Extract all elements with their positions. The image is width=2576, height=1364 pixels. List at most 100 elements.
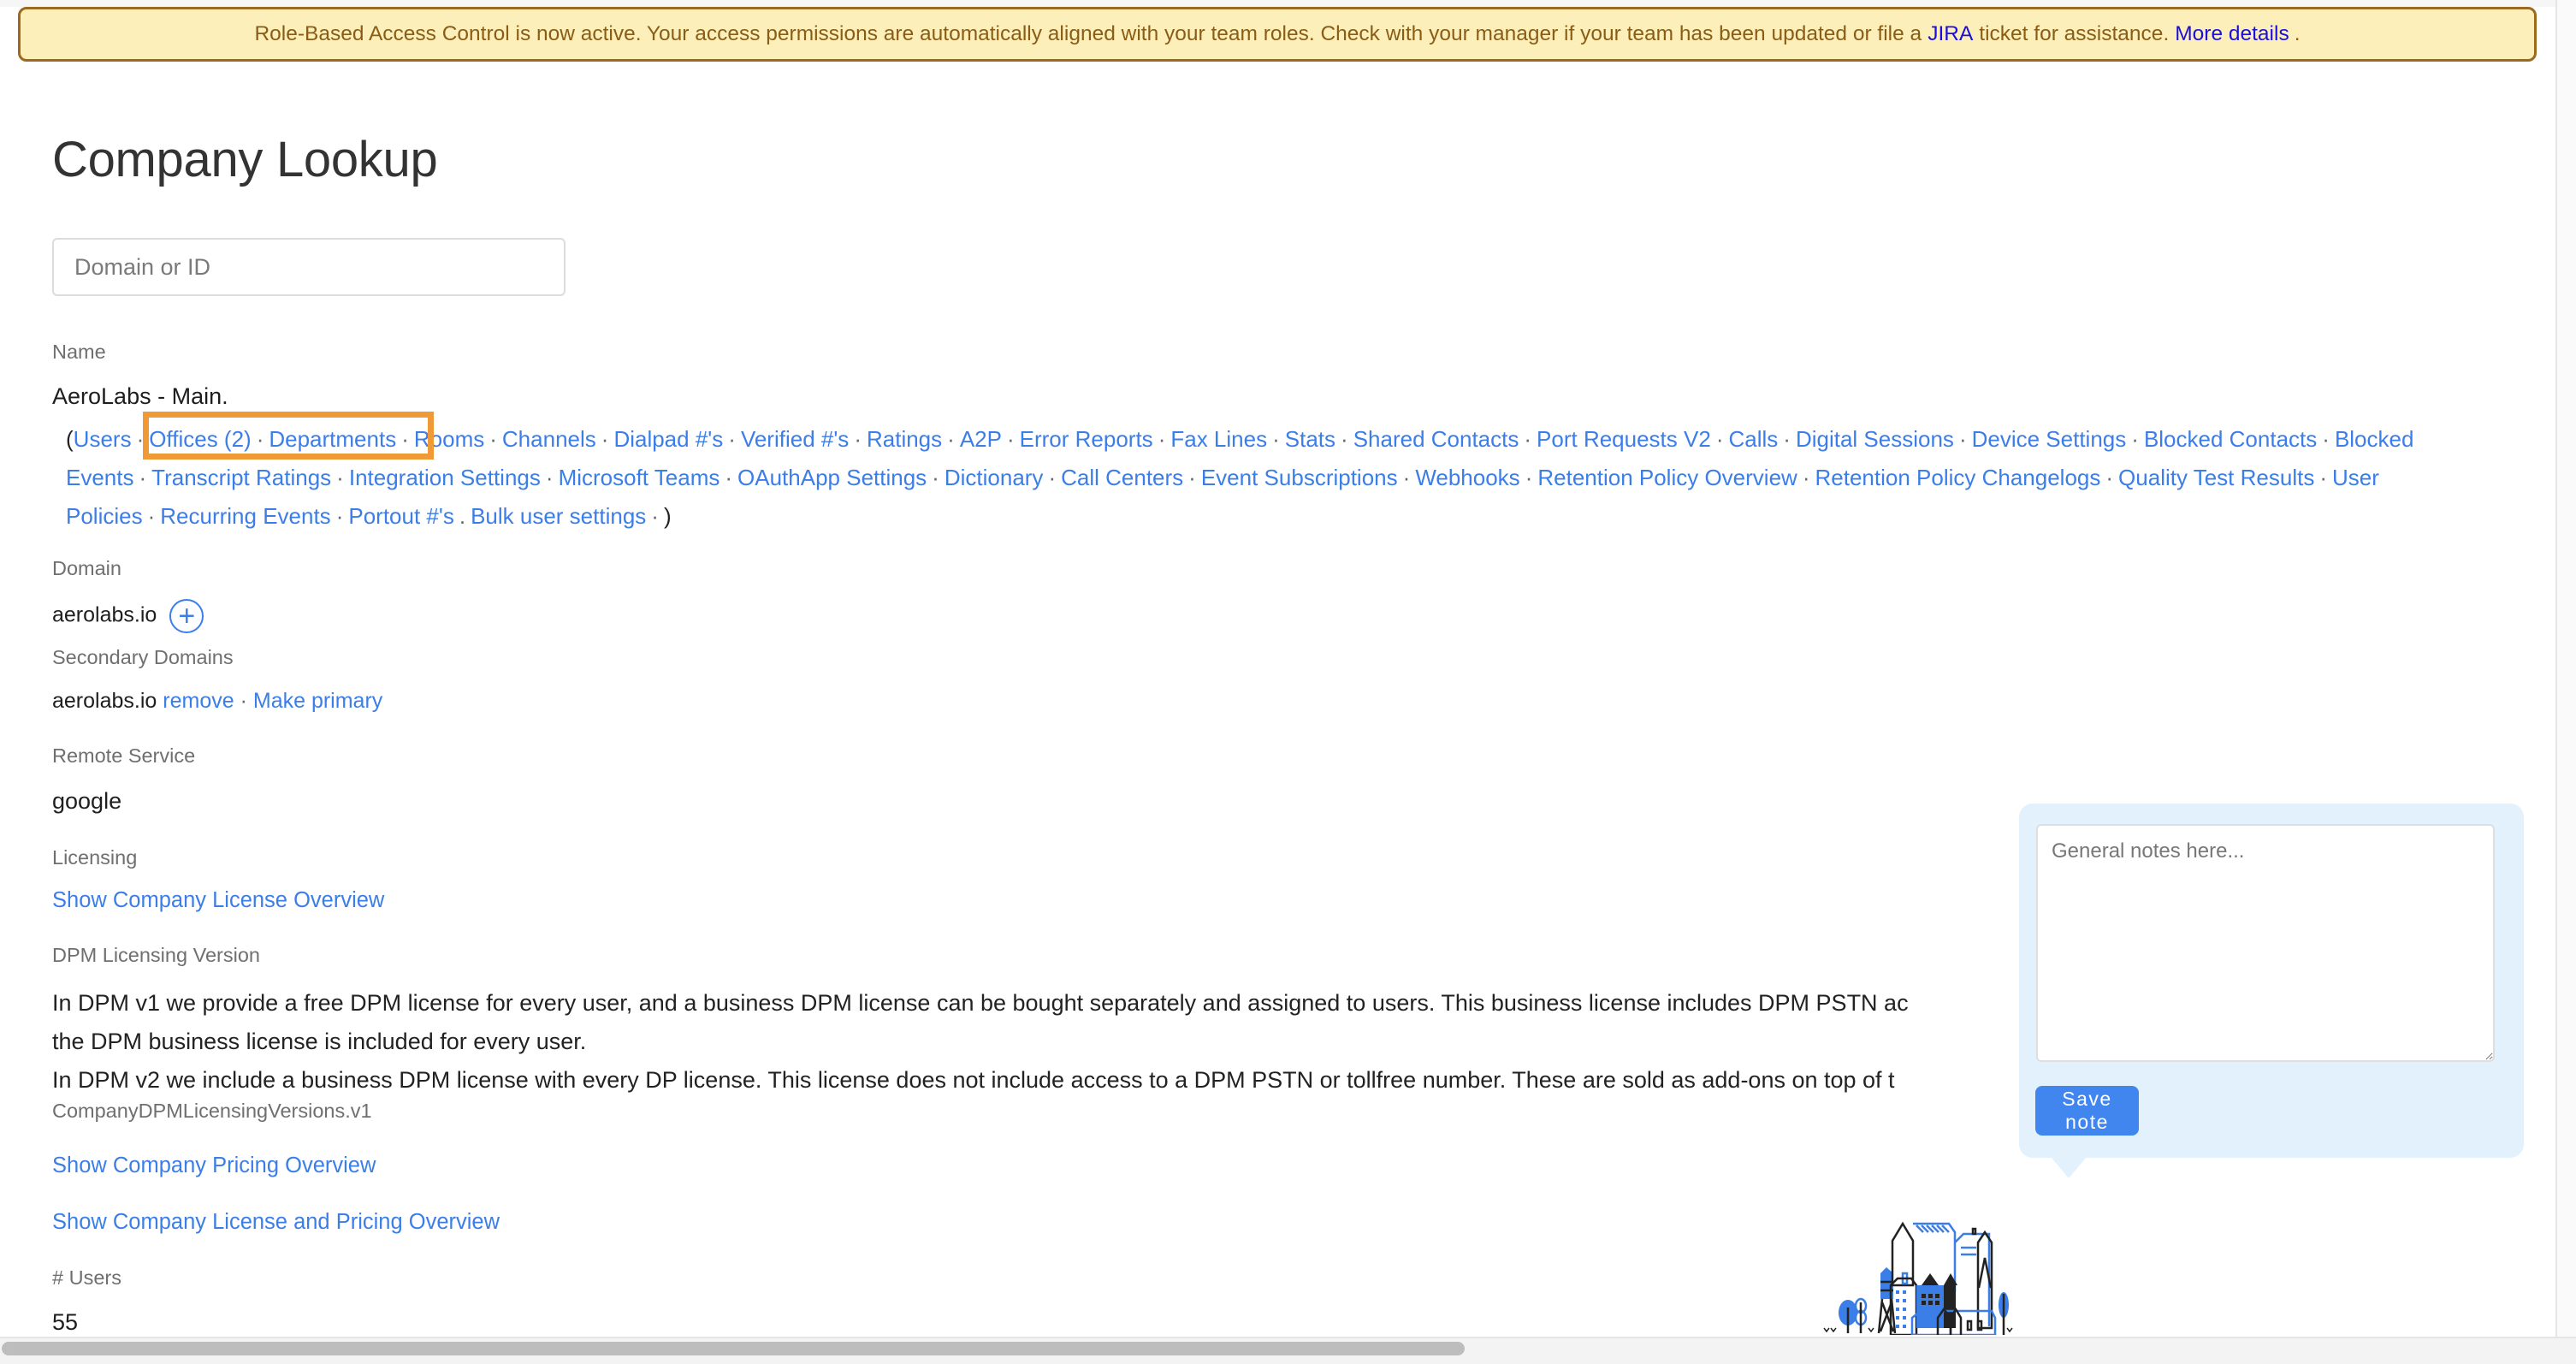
dpm-version-key: CompanyDPMLicensingVersions.v1 <box>52 1100 372 1122</box>
secondary-domain-row: aerolabs.io remove · Make primary <box>52 689 382 714</box>
company-link-error-reports[interactable]: Error Reports <box>1020 426 1153 452</box>
company-link-a2p[interactable]: A2P <box>960 426 1002 452</box>
name-label: Name <box>52 341 106 363</box>
company-link-calls[interactable]: Calls <box>1728 426 1778 452</box>
show-company-license-overview-link[interactable]: Show Company License Overview <box>52 888 384 913</box>
close-paren: ) <box>663 503 672 529</box>
city-buildings-illustration <box>1823 1221 2013 1335</box>
link-separator: · <box>401 426 409 452</box>
link-separator: · <box>489 426 497 452</box>
company-link-retention-policy-overview[interactable]: Retention Policy Overview <box>1537 465 1797 490</box>
company-link-portout-s[interactable]: Portout #'s <box>348 503 453 529</box>
link-separator: · <box>136 426 145 452</box>
company-link-blocked-contacts[interactable]: Blocked Contacts <box>2144 426 2317 452</box>
link-separator: · <box>2105 465 2114 490</box>
company-link-port-requests-v2[interactable]: Port Requests V2 <box>1537 426 1711 452</box>
company-link-offices-2[interactable]: Offices (2) <box>149 426 251 452</box>
company-link-dialpad-s[interactable]: Dialpad #'s <box>613 426 723 452</box>
link-separator: · <box>1188 465 1196 490</box>
link-separator: · <box>854 426 862 452</box>
users-count-value: 55 <box>52 1309 79 1335</box>
company-link-retention-policy-changelogs[interactable]: Retention Policy Changelogs <box>1815 465 2101 490</box>
add-domain-plus-icon[interactable]: + <box>169 599 204 633</box>
licensing-label: Licensing <box>52 846 138 869</box>
link-separator: · <box>1006 426 1015 452</box>
separator: · <box>240 689 247 713</box>
notes-panel: Save note <box>2019 804 2524 1178</box>
remote-service-label: Remote Service <box>52 744 196 767</box>
link-separator: · <box>147 503 156 529</box>
company-link-oauthapp-settings[interactable]: OAuthApp Settings <box>737 465 927 490</box>
company-link-transcript-ratings[interactable]: Transcript Ratings <box>151 465 331 490</box>
link-separator: · <box>1802 465 1810 490</box>
company-link-ratings[interactable]: Ratings <box>867 426 942 452</box>
link-separator: · <box>1402 465 1411 490</box>
dpm-line: In DPM v1 we provide a free DPM license … <box>52 990 1909 1016</box>
link-separator: . <box>459 503 466 529</box>
link-separator: · <box>932 465 939 490</box>
banner-text: Role-Based Access Control is now active.… <box>254 22 1922 45</box>
link-separator: · <box>2322 426 2330 452</box>
company-link-microsoft-teams[interactable]: Microsoft Teams <box>559 465 720 490</box>
domain-label: Domain <box>52 557 121 579</box>
link-separator: · <box>1524 426 1532 452</box>
link-separator: · <box>2131 426 2139 452</box>
horizontal-scrollbar-thumb[interactable] <box>2 1342 1465 1355</box>
save-note-button[interactable]: Save note <box>2035 1086 2139 1136</box>
company-link-departments[interactable]: Departments <box>269 426 396 452</box>
general-notes-textarea[interactable] <box>2036 824 2495 1062</box>
banner-text-end: . <box>2294 22 2301 45</box>
link-separator: · <box>1525 465 1533 490</box>
company-link-webhooks[interactable]: Webhooks <box>1415 465 1519 490</box>
open-paren: ( <box>66 426 74 452</box>
company-link-fax-lines[interactable]: Fax Lines <box>1170 426 1267 452</box>
company-link-rooms[interactable]: Rooms <box>414 426 484 452</box>
domain-row: aerolabs.io + <box>52 599 204 633</box>
banner-text-middle: ticket for assistance. <box>1979 22 2170 45</box>
company-link-shared-contacts[interactable]: Shared Contacts <box>1353 426 1519 452</box>
secondary-domains-label: Secondary Domains <box>52 646 234 668</box>
company-name: AeroLabs - Main. <box>52 383 228 409</box>
company-link-bulk-user-settings[interactable]: Bulk user settings <box>471 503 646 529</box>
company-link-verified-s[interactable]: Verified #'s <box>741 426 849 452</box>
company-link-integration-settings[interactable]: Integration Settings <box>349 465 541 490</box>
dpm-line: the DPM business license is included for… <box>52 1029 587 1054</box>
domain-or-id-search-input[interactable] <box>52 238 566 296</box>
link-separator: · <box>651 503 659 529</box>
link-separator: · <box>1783 426 1791 452</box>
dpm-licensing-description: In DPM v1 we provide a free DPM license … <box>52 984 2020 1100</box>
vertical-scrollbar[interactable] <box>2555 0 2576 1338</box>
link-separator: · <box>1715 426 1724 452</box>
company-link-channels[interactable]: Channels <box>502 426 596 452</box>
link-separator: · <box>725 465 733 490</box>
link-separator: · <box>601 426 609 452</box>
company-link-dictionary[interactable]: Dictionary <box>945 465 1044 490</box>
link-separator: · <box>335 503 344 529</box>
rbac-announcement-banner: Role-Based Access Control is now active.… <box>18 7 2537 62</box>
link-separator: · <box>2319 465 2327 490</box>
link-separator: · <box>545 465 554 490</box>
show-company-pricing-overview-link[interactable]: Show Company Pricing Overview <box>52 1153 376 1178</box>
company-link-recurring-events[interactable]: Recurring Events <box>160 503 330 529</box>
link-separator: · <box>947 426 955 452</box>
link-separator: · <box>1158 426 1166 452</box>
company-link-stats[interactable]: Stats <box>1285 426 1335 452</box>
domain-value: aerolabs.io <box>52 602 157 627</box>
company-link-call-centers[interactable]: Call Centers <box>1061 465 1183 490</box>
link-separator: · <box>139 465 147 490</box>
jira-link[interactable]: JIRA <box>1928 22 1973 46</box>
remove-secondary-domain-link[interactable]: remove <box>163 689 234 713</box>
link-separator: · <box>1272 426 1280 452</box>
link-separator: · <box>1341 426 1348 452</box>
make-primary-link[interactable]: Make primary <box>253 689 382 713</box>
show-company-license-pricing-overview-link[interactable]: Show Company License and Pricing Overvie… <box>52 1210 500 1235</box>
company-link-device-settings[interactable]: Device Settings <box>1972 426 2127 452</box>
company-link-event-subscriptions[interactable]: Event Subscriptions <box>1201 465 1398 490</box>
link-separator: · <box>256 426 264 452</box>
company-link-users[interactable]: Users <box>74 426 132 452</box>
company-link-digital-sessions[interactable]: Digital Sessions <box>1796 426 1954 452</box>
users-count-label: # Users <box>52 1266 121 1289</box>
more-details-link[interactable]: More details <box>2175 22 2289 46</box>
company-link-quality-test-results[interactable]: Quality Test Results <box>2118 465 2314 490</box>
link-separator: · <box>1048 465 1057 490</box>
